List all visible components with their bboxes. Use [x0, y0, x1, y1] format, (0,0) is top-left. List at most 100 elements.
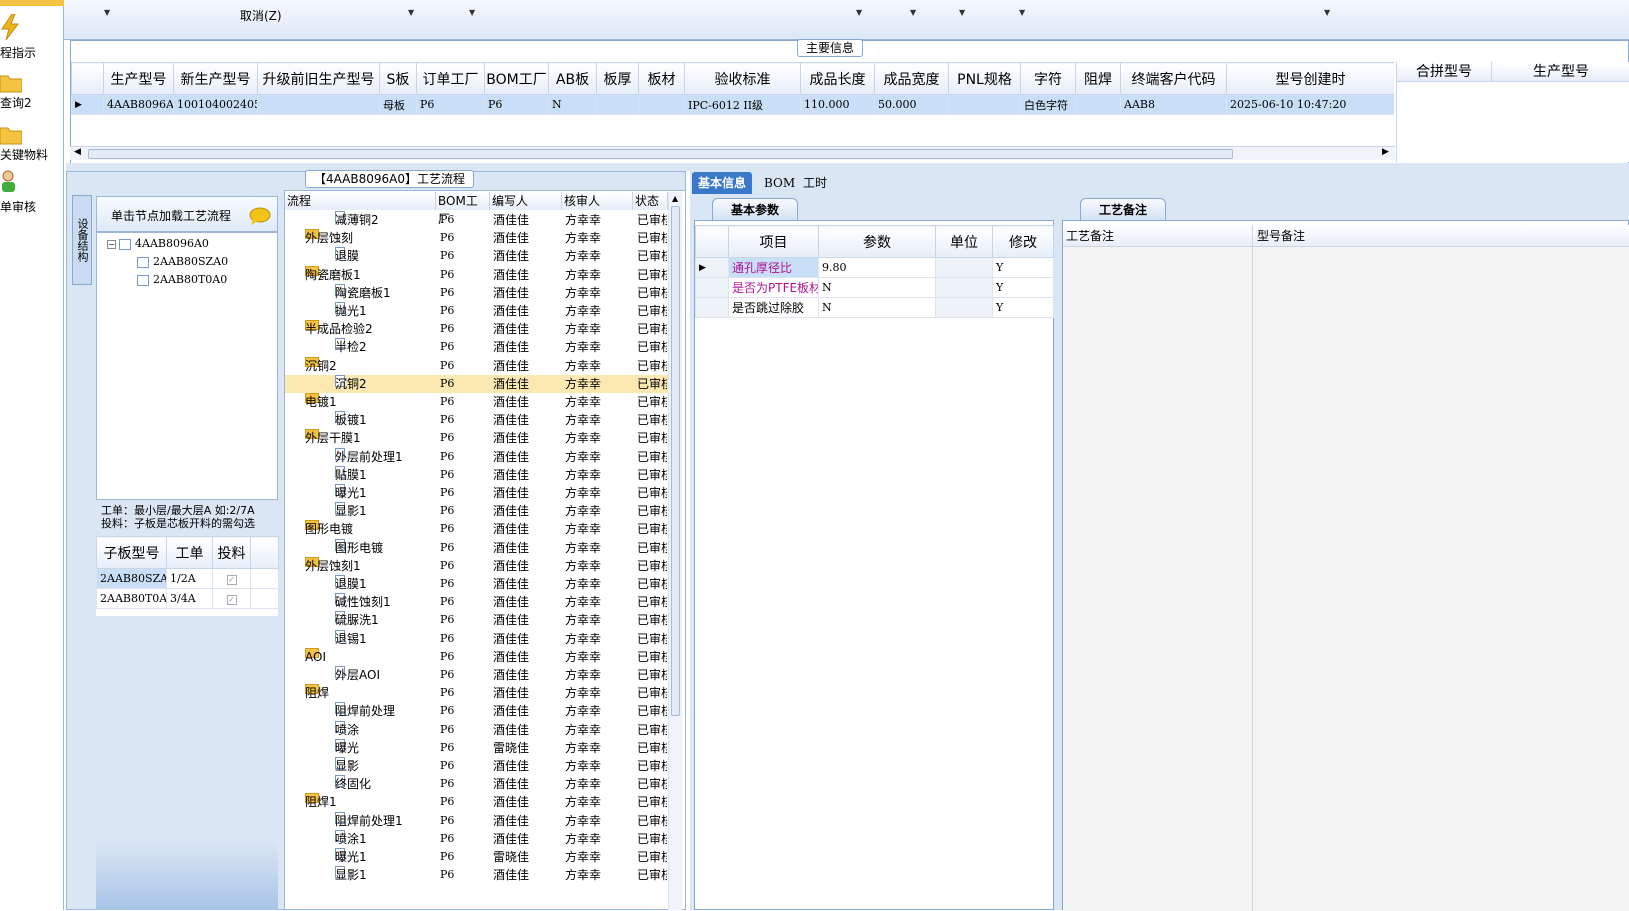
tab-bom[interactable]: BOM: [758, 172, 801, 194]
param-value[interactable]: N: [818, 297, 936, 318]
subtab-process-notes[interactable]: 工艺备注: [1080, 198, 1167, 220]
table-row[interactable]: 2AAB80T0A03/4A✓: [96, 588, 279, 609]
flow-row[interactable]: 陶瓷磨板1 P6 酒佳佳 方幸幸 已审核: [285, 283, 668, 302]
flow-row[interactable]: 喷涂 P6 酒佳佳 方幸幸 已审核: [285, 720, 668, 739]
flow-row[interactable]: 显影1 P6 酒佳佳 方幸幸 已审核: [285, 502, 668, 520]
column-header[interactable]: 流程: [285, 192, 436, 210]
chevron-down-icon[interactable]: ▼: [1019, 8, 1025, 17]
vertical-tab-equipment[interactable]: 设备结构: [72, 195, 92, 285]
flow-row[interactable]: −AOIP6酒佳佳方幸幸已审核: [285, 647, 668, 666]
chevron-down-icon[interactable]: ▼: [408, 8, 414, 17]
column-header[interactable]: PNL规格: [948, 62, 1021, 95]
column-header[interactable]: 新生产型号: [173, 62, 258, 95]
chevron-down-icon[interactable]: ▼: [1324, 8, 1330, 17]
column-header[interactable]: S板: [379, 62, 417, 95]
chevron-down-icon[interactable]: ▼: [469, 8, 475, 17]
flow-row[interactable]: −外层蚀刻1P6酒佳佳方幸幸已审核: [285, 556, 668, 575]
flow-row[interactable]: 曝光1 P6 酒佳佳 方幸幸 已审核: [285, 484, 668, 502]
table-row[interactable]: 是否为PTFE板材 N Y: [695, 277, 1054, 298]
tree-node[interactable]: 2AAB80T0A0: [137, 273, 227, 286]
flow-row[interactable]: 退膜1 P6 酒佳佳 方幸幸 已审核: [285, 575, 668, 593]
merge-column-header[interactable]: 合拼型号: [1397, 62, 1492, 82]
column-header[interactable]: AB板: [548, 62, 597, 95]
scroll-up-icon[interactable]: ▲: [672, 194, 678, 203]
flow-row[interactable]: −图形电镀P6酒佳佳方幸幸已审核: [285, 520, 668, 538]
flow-row[interactable]: 曝光 P6 雷晓佳 方幸幸 已审核: [285, 738, 668, 757]
column-header[interactable]: 验收标准: [684, 62, 801, 95]
param-modify[interactable]: Y: [992, 257, 1054, 278]
tab-basic-info[interactable]: 基本信息: [692, 172, 753, 194]
column-header[interactable]: BOM工厂: [484, 62, 549, 95]
flow-row[interactable]: −外层蚀刻P6酒佳佳方幸幸已审核: [285, 229, 668, 247]
flow-row[interactable]: −陶瓷磨板1P6酒佳佳方幸幸已审核: [285, 265, 668, 284]
column-header[interactable]: 成品长度: [800, 62, 875, 95]
param-modify[interactable]: Y: [992, 277, 1054, 298]
flow-row[interactable]: 抛光1 P6 酒佳佳 方幸幸 已审核: [285, 302, 668, 320]
scroll-right-icon[interactable]: ▶: [1382, 147, 1389, 157]
merge-column-header[interactable]: 生产型号: [1492, 62, 1629, 82]
column-header[interactable]: BOM工厂: [436, 192, 490, 226]
flow-row[interactable]: −电镀1P6酒佳佳方幸幸已审核: [285, 393, 668, 411]
table-row[interactable]: ▶4AAB8096A010010400240567母板P6P6NIPC-6012…: [71, 94, 1394, 115]
subtab-basic-params[interactable]: 基本参数: [712, 198, 799, 220]
feed-checkbox[interactable]: ✓: [212, 568, 251, 589]
column-header[interactable]: 参数: [818, 225, 936, 258]
table-row[interactable]: 是否跳过除胶 N Y: [695, 297, 1054, 318]
checkbox[interactable]: [137, 274, 149, 286]
flow-row[interactable]: 图形电镀 P6 酒佳佳 方幸幸 已审核: [285, 538, 668, 557]
column-header[interactable]: 投料: [212, 536, 251, 569]
flow-row[interactable]: 板镀1 P6 酒佳佳 方幸幸 已审核: [285, 411, 668, 429]
flow-row[interactable]: 退锡1 P6 酒佳佳 方幸幸 已审核: [285, 629, 668, 648]
flow-row[interactable]: 半检2 P6 酒佳佳 方幸幸 已审核: [285, 338, 668, 356]
flow-row[interactable]: −阻焊1P6酒佳佳方幸幸已审核: [285, 793, 668, 811]
menu-item-1[interactable]: 查询2: [0, 66, 64, 114]
flow-row[interactable]: 外层前处理1 P6 酒佳佳 方幸幸 已审核: [285, 447, 668, 466]
table-row[interactable]: ▶ 通孔厚径比 9.80 Y: [695, 257, 1054, 278]
column-header[interactable]: 阻焊: [1075, 62, 1121, 95]
collapse-icon[interactable]: −: [107, 239, 116, 249]
menu-item-3[interactable]: 单审核: [0, 170, 64, 218]
cancel-menu[interactable]: 取消(Z): [240, 7, 282, 24]
column-header[interactable]: 工单: [166, 536, 213, 569]
column-header[interactable]: 订单工厂: [416, 62, 485, 95]
column-header[interactable]: 型号创建时: [1226, 62, 1394, 95]
flow-row[interactable]: −阻焊P6酒佳佳方幸幸已审核: [285, 684, 668, 702]
horizontal-scrollbar[interactable]: ◀ ▶: [70, 146, 1395, 160]
flow-row[interactable]: 退膜 P6 酒佳佳 方幸幸 已审核: [285, 247, 668, 265]
menu-item-0[interactable]: 程指示: [0, 14, 64, 62]
chevron-down-icon[interactable]: ▼: [856, 8, 862, 17]
column-header[interactable]: 板材: [638, 62, 685, 95]
checkbox[interactable]: [119, 238, 131, 250]
table-row[interactable]: 2AAB80SZA01/2A✓: [96, 568, 279, 589]
flow-row[interactable]: 减薄铜2 P6 酒佳佳 方幸幸 已审核: [285, 211, 668, 229]
feed-checkbox[interactable]: ✓: [212, 588, 251, 609]
flow-row[interactable]: 显影 P6 酒佳佳 方幸幸 已审核: [285, 757, 668, 775]
flow-row[interactable]: 碱性蚀刻1 P6 酒佳佳 方幸幸 已审核: [285, 593, 668, 611]
menu-item-2[interactable]: 关键物料: [0, 118, 64, 166]
flow-row[interactable]: 曝光1 P6 雷晓佳 方幸幸 已审核: [285, 848, 668, 866]
column-header[interactable]: 核审人: [562, 192, 633, 210]
column-header[interactable]: 状态: [633, 192, 668, 210]
splitter[interactable]: [66, 163, 1629, 171]
tree-node[interactable]: − 4AAB8096A0: [107, 237, 209, 250]
vertical-scrollbar[interactable]: ▲: [668, 192, 682, 910]
column-header[interactable]: 生产型号: [103, 62, 174, 95]
tab-work-hours[interactable]: 工时: [797, 172, 833, 194]
flow-row[interactable]: 沉铜2 P6 酒佳佳 方幸幸 已审核: [285, 374, 668, 393]
flow-row[interactable]: 显影1 P6 酒佳佳 方幸幸 已审核: [285, 866, 668, 884]
column-header[interactable]: 编写人: [490, 192, 562, 210]
flow-row[interactable]: −沉铜2P6酒佳佳方幸幸已审核: [285, 356, 668, 375]
flow-row[interactable]: 硫脲洗1 P6 酒佳佳 方幸幸 已审核: [285, 611, 668, 629]
chevron-down-icon[interactable]: ▼: [104, 8, 110, 17]
chevron-down-icon[interactable]: ▼: [959, 8, 965, 17]
column-header[interactable]: 项目: [728, 225, 819, 258]
flow-row[interactable]: 阻焊前处理1 P6 酒佳佳 方幸幸 已审核: [285, 811, 668, 830]
column-header[interactable]: 板厚: [596, 62, 639, 95]
param-value[interactable]: N: [818, 277, 936, 298]
param-modify[interactable]: Y: [992, 297, 1054, 318]
column-header[interactable]: 单位: [935, 225, 993, 258]
scroll-thumb[interactable]: [88, 149, 1233, 159]
flow-row[interactable]: −半成品检验2P6酒佳佳方幸幸已审核: [285, 320, 668, 338]
column-header[interactable]: 成品宽度: [874, 62, 949, 95]
scroll-thumb[interactable]: [671, 206, 680, 716]
